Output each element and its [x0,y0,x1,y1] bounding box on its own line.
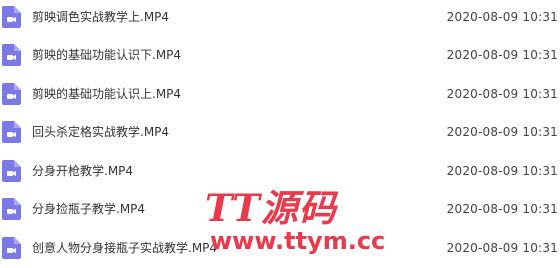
file-name: 剪映调色实战教学上.MP4 [32,10,170,24]
file-date: 2020-08-09 10:31 [446,87,558,101]
list-item[interactable]: 剪映的基础功能认识下.MP4 2020-08-09 10:31 [0,36,560,74]
watermark-brand: TT源码 [205,186,337,230]
file-date: 2020-08-09 10:31 [446,125,558,139]
watermark: TT源码 www.ttym.cc [205,188,405,266]
file-date: 2020-08-09 10:31 [446,202,558,216]
file-name: 创意人物分身接瓶子实战教学.MP4 [32,241,218,255]
file-date: 2020-08-09 10:31 [446,10,558,24]
video-file-icon [2,237,21,259]
file-name: 剪映的基础功能认识上.MP4 [32,87,182,101]
video-file-icon [2,83,21,105]
video-file-icon [2,6,21,28]
file-date: 2020-08-09 10:31 [446,164,558,178]
video-file-icon [2,160,21,182]
watermark-url: www.ttym.cc [210,227,386,255]
list-item[interactable]: 分身开枪教学.MP4 2020-08-09 10:31 [0,152,560,190]
video-file-icon [2,121,21,143]
video-file-icon [2,44,21,66]
file-date: 2020-08-09 10:31 [446,48,558,62]
file-date: 2020-08-09 10:31 [446,241,558,255]
file-name: 分身开枪教学.MP4 [32,164,134,178]
list-item[interactable]: 剪映的基础功能认识上.MP4 2020-08-09 10:31 [0,75,560,113]
file-name: 回头杀定格实战教学.MP4 [32,125,170,139]
file-name: 剪映的基础功能认识下.MP4 [32,48,182,62]
list-item[interactable]: 剪映调色实战教学上.MP4 2020-08-09 10:31 [0,0,560,36]
video-file-icon [2,198,21,220]
file-name: 分身捡瓶子教学.MP4 [32,202,146,216]
list-item[interactable]: 回头杀定格实战教学.MP4 2020-08-09 10:31 [0,113,560,151]
